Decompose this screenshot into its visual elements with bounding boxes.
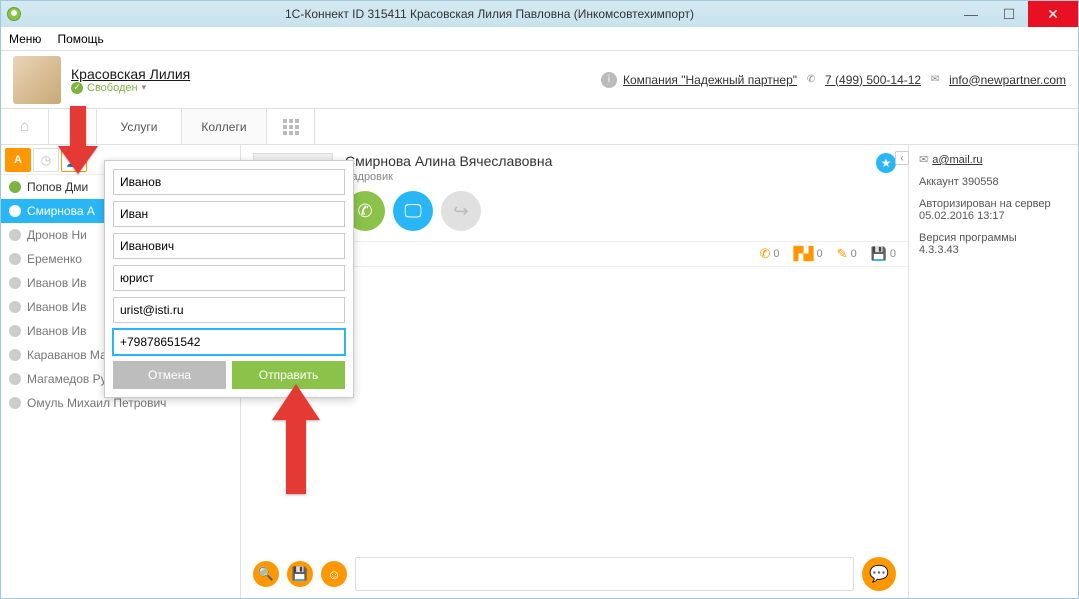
remote-count: 0: [817, 248, 823, 260]
mail-icon: ✉: [927, 72, 943, 88]
save-button[interactable]: 💾: [287, 561, 313, 587]
add-contact-popup: Отмена Отправить: [104, 160, 354, 398]
user-name[interactable]: Красовская Лилия: [71, 66, 190, 82]
phone-field[interactable]: [113, 329, 345, 355]
contact-role: Кадровик: [345, 171, 864, 183]
status-dot-icon: [9, 205, 21, 217]
clock-icon: ◷: [41, 153, 51, 167]
status-dot-icon: [9, 277, 21, 289]
smile-icon: ☺: [327, 567, 340, 582]
maximize-button[interactable]: ☐: [990, 1, 1028, 27]
tab-home[interactable]: ⌂: [1, 109, 49, 144]
version-value: 4.3.3.43: [919, 244, 1068, 256]
disk-icon: 💾: [292, 566, 308, 582]
status-icon: [71, 82, 83, 94]
tab-colleagues[interactable]: Коллеги: [182, 109, 267, 144]
cancel-button[interactable]: Отмена: [113, 361, 226, 389]
auth-date: 05.02.2016 13:17: [919, 210, 1068, 222]
contact-name: Попов Дми: [27, 180, 88, 194]
contact-name: Иванов Ив: [27, 300, 87, 314]
contact-name: Смирнова А: [27, 204, 95, 218]
expand-panel-button[interactable]: ‹: [895, 151, 909, 165]
send-button[interactable]: 💬: [862, 557, 896, 591]
grid-icon: [283, 119, 299, 135]
favorite-button[interactable]: ★: [876, 153, 896, 173]
status-dot-icon: [9, 397, 21, 409]
emoji-button[interactable]: ☺: [321, 561, 347, 587]
window-title: 1С-Коннект ID 315411 Красовская Лилия Па…: [27, 7, 952, 21]
app-icon: [7, 7, 21, 21]
status-dot-icon: [9, 253, 21, 265]
call-stat-icon: ✆: [760, 246, 771, 262]
contact-name: Иванов Ив: [27, 276, 87, 290]
contact-name: Еременко: [27, 252, 82, 266]
contact-name: Омуль Михаил Петрович: [27, 396, 166, 410]
avatar: [13, 56, 61, 104]
email-field[interactable]: [113, 297, 345, 323]
account-label: Аккаунт 390558: [919, 176, 1068, 188]
contact-name: Иванов Ив: [27, 324, 87, 338]
message-input[interactable]: [355, 557, 854, 591]
minimize-button[interactable]: —: [952, 1, 990, 27]
right-panel: ‹ ✉a@mail.ru Аккаунт 390558 Авторизирова…: [908, 145, 1078, 598]
info-icon: i: [601, 72, 617, 88]
firstname-field[interactable]: [113, 201, 345, 227]
close-button[interactable]: ✕: [1028, 1, 1078, 27]
file-stat-icon: 💾: [871, 246, 887, 262]
status-dot-icon: [9, 229, 21, 241]
right-email[interactable]: a@mail.ru: [932, 154, 982, 166]
company-email[interactable]: info@newpartner.com: [949, 73, 1066, 87]
forward-button[interactable]: ↪: [441, 191, 481, 231]
user-status[interactable]: Свободен ▾: [71, 82, 190, 94]
tab-grid[interactable]: [267, 109, 315, 144]
lastname-field[interactable]: [113, 169, 345, 195]
contact-name: Смирнова Алина Вячеславовна: [345, 153, 864, 169]
file-count: 0: [890, 248, 896, 260]
middlename-field[interactable]: [113, 233, 345, 259]
ticket-count: 0: [851, 248, 857, 260]
company-link[interactable]: Компания "Надежный партнер": [623, 73, 797, 87]
remote-stat-icon: ▛▟: [794, 246, 814, 262]
chat-icon: 💬: [869, 564, 889, 584]
forward-icon: ↪: [453, 201, 468, 222]
search-button[interactable]: 🔍: [253, 561, 279, 587]
menu-help[interactable]: Помощь: [57, 32, 103, 46]
company-phone[interactable]: 7 (499) 500-14-12: [825, 73, 921, 87]
home-icon: ⌂: [20, 118, 30, 136]
status-label: Свободен: [87, 82, 138, 94]
status-dot-icon: [9, 301, 21, 313]
call-count: 0: [773, 248, 779, 260]
mail-icon: ✉: [919, 154, 928, 166]
titlebar: 1С-Коннект ID 315411 Красовская Лилия Па…: [1, 1, 1078, 27]
auth-label: Авторизирован на сервер: [919, 198, 1068, 210]
version-label: Версия программы: [919, 232, 1068, 244]
userbar: Красовская Лилия Свободен ▾ i Компания "…: [1, 51, 1078, 109]
chevron-down-icon: ▾: [142, 82, 147, 93]
status-dot-icon: [9, 349, 21, 361]
status-dot-icon: [9, 373, 21, 385]
role-field[interactable]: [113, 265, 345, 291]
remote-button[interactable]: 🖵: [393, 191, 433, 231]
status-dot-icon: [9, 181, 21, 193]
contact-name: Дронов Ни: [27, 228, 87, 242]
annotation-arrow-2: [272, 384, 320, 494]
tabs: ⌂ Услуги Коллеги: [1, 109, 1078, 145]
status-dot-icon: [9, 325, 21, 337]
ticket-stat-icon: ✎: [837, 246, 848, 262]
search-icon: 🔍: [258, 566, 274, 582]
phone-icon: ✆: [357, 201, 372, 222]
recent-button[interactable]: ◷: [33, 148, 59, 172]
tab-services[interactable]: Услуги: [97, 109, 182, 144]
annotation-arrow-1: [58, 106, 98, 176]
sort-az-button[interactable]: А: [5, 148, 31, 172]
monitor-icon: 🖵: [404, 201, 421, 222]
phone-icon: ✆: [803, 72, 819, 88]
menubar: Меню Помощь: [1, 27, 1078, 51]
menu-menu[interactable]: Меню: [9, 32, 41, 46]
